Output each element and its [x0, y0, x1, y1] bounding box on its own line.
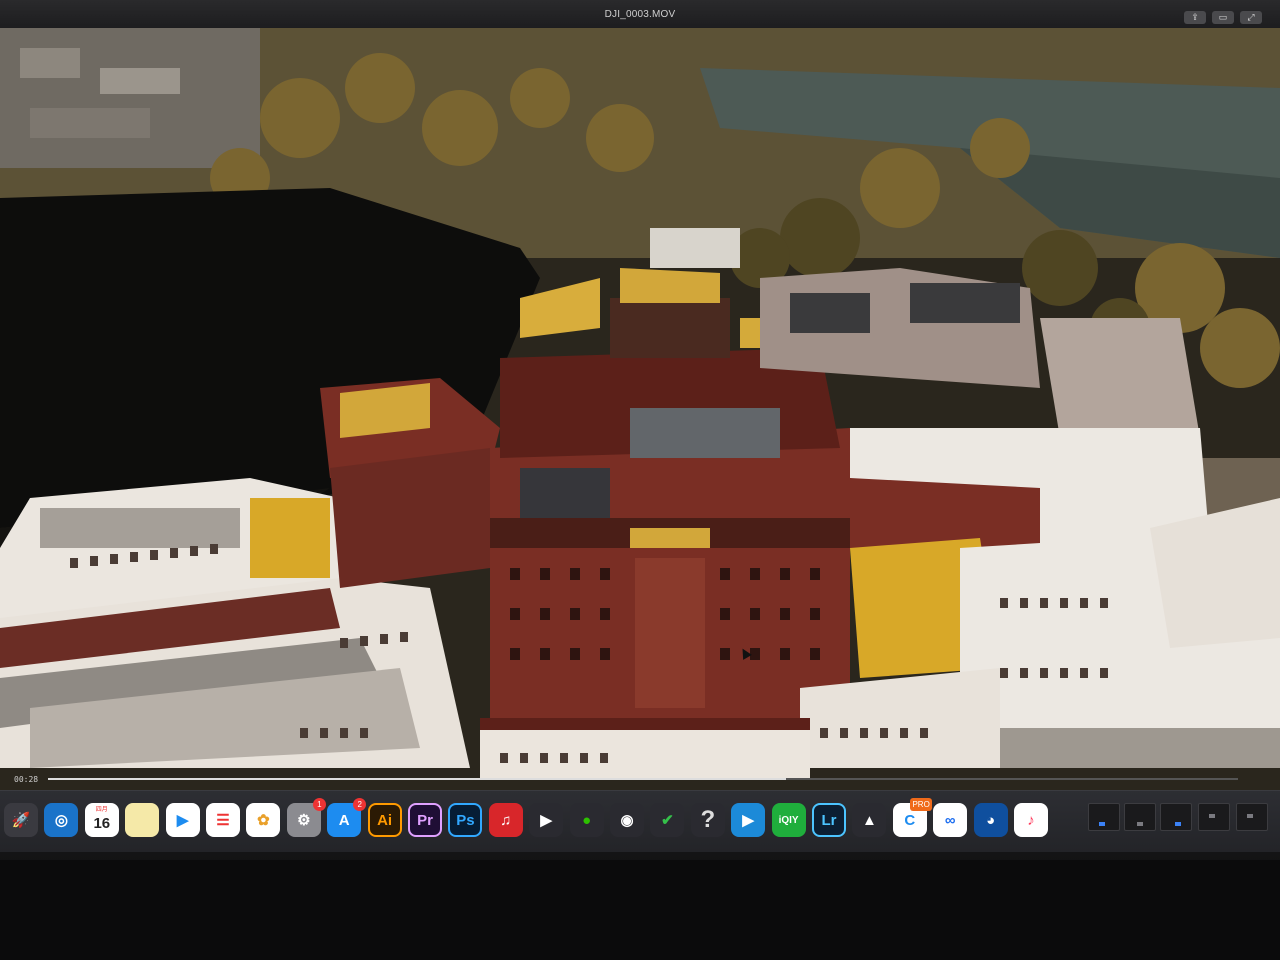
photos-icon[interactable]: ✿ [246, 803, 281, 837]
launchpad-icon[interactable]: 🚀 [4, 803, 38, 837]
music-label: ♪ [1027, 811, 1035, 829]
video-frame[interactable] [0, 28, 1280, 790]
pro-app-icon[interactable]: C PRO [892, 798, 932, 837]
photoshop-label: Ps [456, 811, 475, 829]
qq-icon[interactable]: ◉ [610, 803, 644, 837]
notes-icon[interactable] [125, 803, 160, 837]
illustrator-label: Ai [377, 811, 393, 829]
scrubber-progress [48, 778, 786, 780]
app-store-icon[interactable]: A2 [327, 798, 367, 837]
calendar-label: 16 [93, 814, 111, 832]
system-preferences-label: ⚙ [297, 812, 311, 829]
premiere-icon[interactable]: Pr [408, 803, 442, 837]
music-icon[interactable]: ♪ [1014, 803, 1048, 837]
screen: DJI_0003.MOV ⇪ ▭ ⤢ 00:28 🚀 ◎ 16 四月 ▶ ☰ ✿… [0, 0, 1280, 860]
dock: 🚀 ◎ 16 四月 ▶ ☰ ✿ ⚙ 1 A 2 Ai Pr Ps ♫ ▶ ● ◉ ✔? ▶ iQIY Lr ▲ C PRO ∞ ◕ ♪ [0, 790, 1280, 853]
minimized-window-2[interactable] [1124, 803, 1156, 831]
browser-label: ◕ [986, 811, 996, 829]
pro-app-label: C [904, 811, 916, 829]
minimized-window-1[interactable] [1088, 803, 1120, 831]
iqiyi-icon[interactable]: iQIY [771, 803, 806, 837]
minimized-window-3[interactable] [1160, 803, 1192, 831]
wechat-icon[interactable]: ● [569, 803, 604, 837]
window-titlebar[interactable]: DJI_0003.MOV ⇪ ▭ ⤢ [0, 0, 1280, 30]
launchpad-label: 🚀 [11, 812, 31, 829]
baidu-netdisk-label: ∞ [944, 811, 956, 829]
iqiyi-label: iQIY [778, 814, 799, 826]
minimized-window-4[interactable] [1198, 803, 1230, 831]
calendar-month: 四月 [95, 807, 108, 813]
youku-icon[interactable]: ▶ [731, 803, 766, 837]
checkmark-app-label: ✔ [661, 812, 674, 829]
elapsed-time: 00:28 [14, 775, 39, 784]
monitor-bezel [0, 852, 1280, 860]
safari-label: ◎ [54, 812, 68, 829]
notification-badge: 2 [353, 798, 367, 811]
calendar-icon[interactable]: 16 四月 [84, 803, 119, 837]
lightroom-icon[interactable]: Lr [812, 803, 846, 837]
netease-music-label: ♫ [500, 811, 512, 829]
notification-badge: PRO [910, 798, 932, 811]
video-player-icon[interactable]: ▶ [165, 803, 200, 837]
window-title: DJI_0003.MOV [604, 9, 676, 20]
illustrator-icon[interactable]: Ai [367, 803, 402, 837]
airplay-icon[interactable]: ▭ [1212, 11, 1234, 24]
minimized-window-5[interactable] [1236, 803, 1268, 831]
baidu-netdisk-icon[interactable]: ∞ [933, 803, 968, 837]
youku-label: ▶ [742, 812, 754, 829]
lightroom-label: Lr [821, 811, 837, 829]
reminders-label: ☰ [216, 812, 230, 829]
tencent-video-icon[interactable]: ▶ [529, 803, 564, 837]
premiere-label: Pr [417, 811, 433, 829]
tencent-video-label: ▶ [540, 812, 552, 829]
playback-controls[interactable]: 00:28 [0, 768, 1280, 790]
share-icon[interactable]: ⇪ [1184, 11, 1206, 24]
netease-music-icon[interactable]: ♫ [488, 803, 523, 837]
safari-icon[interactable]: ◎ [44, 803, 79, 837]
aerial-palace-image [0, 28, 1280, 790]
app-store-label: A [338, 811, 350, 829]
photoshop-icon[interactable]: Ps [448, 803, 483, 837]
photos-label: ✿ [257, 812, 270, 829]
help-label: ? [700, 806, 716, 833]
system-preferences-icon[interactable]: ⚙ 1 [286, 798, 326, 837]
fullscreen-icon[interactable]: ⤢ [1240, 11, 1262, 24]
checkmark-app-icon[interactable]: ✔ [650, 803, 685, 837]
keynote-label: ▲ [861, 811, 877, 829]
qq-label: ◉ [620, 812, 634, 829]
wechat-label: ● [582, 811, 592, 829]
help-icon[interactable]: ? [690, 803, 725, 837]
keynote-icon[interactable]: ▲ [852, 803, 887, 837]
video-player-label: ▶ [176, 812, 189, 829]
notification-badge: 1 [312, 798, 326, 811]
scrubber-track[interactable] [48, 778, 1238, 780]
reminders-icon[interactable]: ☰ [206, 803, 240, 837]
browser-icon[interactable]: ◕ [973, 803, 1008, 837]
